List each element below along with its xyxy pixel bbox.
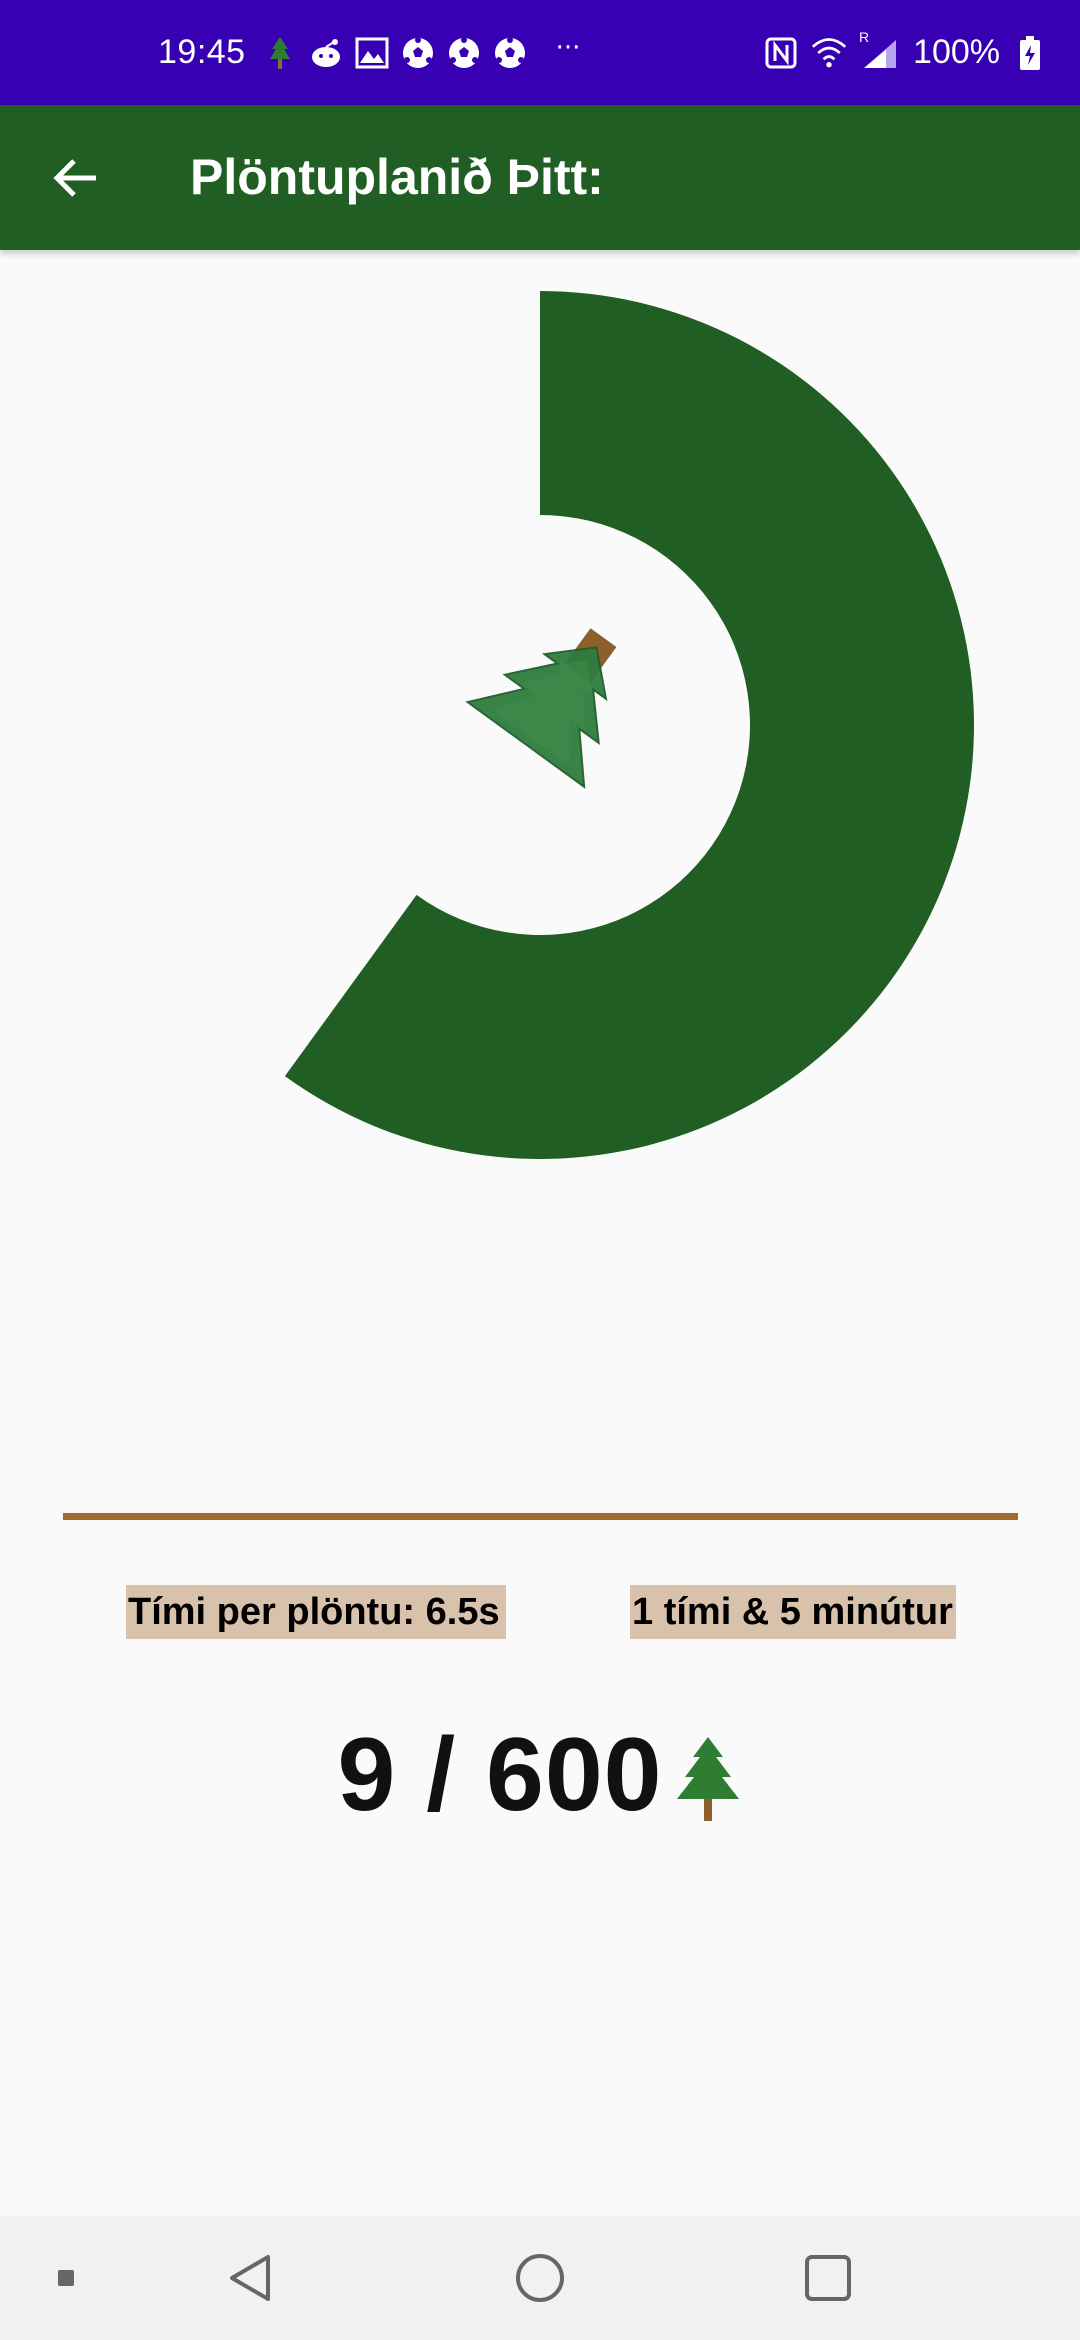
time-per-plant-label: Tími per plöntu: 6.5s [126,1585,506,1639]
progress-donut [0,250,1080,1200]
square-recents-icon [805,2255,851,2301]
divider [63,1513,1018,1520]
back-button[interactable] [36,138,116,218]
status-bar: 19:45 ··· R 100% [0,0,1080,105]
nav-recents-button[interactable] [788,2216,868,2340]
more-notifications-indicator: ··· [555,32,581,63]
page-title: Plöntuplanið Þitt: [190,149,604,205]
battery-charging-icon [1012,35,1048,71]
image-icon [354,35,390,71]
counter-text: 9 / 600 [337,1716,663,1833]
triangle-back-icon [230,2255,270,2301]
soccer-ball-icon [400,35,436,71]
status-time: 19:45 [158,33,246,71]
status-left: 19:45 ··· [158,0,580,105]
total-time-label: 1 tími & 5 minútur [630,1585,956,1639]
nav-home-button[interactable] [500,2216,580,2340]
cell-signal-icon: R [859,29,901,71]
plant-counter: 9 / 600 [0,1700,1080,1850]
status-right: R 100% [763,0,1048,105]
roaming-indicator: R [859,28,870,45]
nav-back-button[interactable] [210,2216,290,2340]
battery-percent: 100% [913,33,1000,71]
progress-arc [284,291,974,1159]
arrow-left-icon [53,159,96,197]
nav-hide-button[interactable] [46,2216,86,2340]
app-bar: Plöntuplanið Þitt: [0,105,1080,250]
system-nav-bar [0,2216,1080,2340]
small-square-icon [58,2270,74,2286]
soccer-ball-icon [446,35,482,71]
circle-home-icon [516,2254,564,2302]
soccer-ball-icon [492,35,528,71]
nfc-icon [763,35,799,71]
reddit-icon [308,35,344,71]
wifi-icon [811,35,847,71]
tree-icon [465,628,617,789]
tree-notification-icon [262,35,298,71]
tree-icon [676,1737,739,1821]
